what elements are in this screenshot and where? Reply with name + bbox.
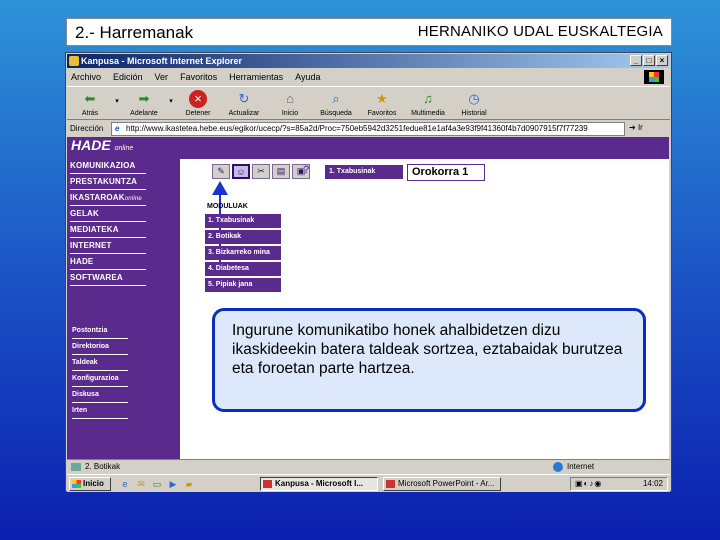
home-icon: ⌂ — [286, 91, 294, 106]
back-dropdown[interactable]: ▾ — [113, 87, 121, 119]
address-input[interactable]: http://www.ikastetea.hebe.eus/egikor/uce… — [111, 122, 625, 136]
maximize-button[interactable]: □ — [643, 55, 655, 66]
menu-archivo[interactable]: Archivo — [71, 69, 101, 85]
history-button[interactable]: ◷ Historial — [451, 87, 497, 121]
go-button[interactable]: ➜ Ir — [629, 123, 643, 132]
module-icon-row: ✎ ☺ ✂ ▤ ▣ — [212, 164, 310, 179]
minimize-button[interactable]: _ — [630, 55, 642, 66]
windows-logo-icon — [644, 70, 664, 84]
home-button[interactable]: ⌂ Inicio — [267, 87, 313, 121]
taskbar-item-powerpoint[interactable]: Microsoft PowerPoint - Ar... — [383, 477, 501, 491]
forward-button[interactable]: ➡ Adelante — [121, 87, 167, 121]
forward-arrow-icon: ➡ — [138, 91, 150, 106]
module-item-4[interactable]: 4. Diabetesa — [205, 262, 281, 276]
nav-konfigurazioa[interactable]: Konfigurazioa — [72, 375, 128, 387]
refresh-button[interactable]: ↻ Actualizar — [221, 87, 267, 121]
nav-prestakuntza[interactable]: PRESTAKUNTZA — [70, 177, 147, 190]
folder-quicklaunch-icon[interactable]: ▰ — [183, 478, 195, 490]
quick-launch: e ✉ ▭ ▶ ▰ — [119, 478, 195, 490]
module-item-1[interactable]: 1. Txabusinak — [205, 214, 281, 228]
chart-icon[interactable]: ▤ — [272, 164, 290, 179]
slide-header: 2.- Harremanak HERNANIKO UDAL EUSKALTEGI… — [66, 18, 672, 46]
breadcrumb: 1. Txabusinak — [325, 165, 403, 179]
nav-mediateka[interactable]: MEDIATEKA — [70, 225, 146, 238]
nav-taldeak[interactable]: Taldeak — [72, 359, 128, 371]
status-bar: 2. Botikak Internet — [67, 459, 670, 473]
close-button[interactable]: × — [656, 55, 668, 66]
media-quicklaunch-icon[interactable]: ▶ — [167, 478, 179, 490]
menu-herramientas[interactable]: Herramientas — [229, 69, 283, 85]
taskbar: Inicio e ✉ ▭ ▶ ▰ Kanpusa - Microsoft I..… — [67, 474, 670, 492]
window-controls: _ □ × — [630, 55, 668, 66]
back-button[interactable]: ⬅ Atrás — [67, 87, 113, 121]
system-tray: ▣◐♪◉ 14:02 — [570, 477, 668, 491]
nav-hade[interactable]: HADE — [70, 257, 148, 270]
nav-gelak[interactable]: GELAK — [70, 209, 146, 222]
menu-favoritos[interactable]: Favoritos — [180, 69, 217, 85]
favorites-icon: ★ — [376, 91, 388, 106]
page-top-stripe — [180, 137, 669, 159]
nav-direktorioa[interactable]: Direktorioa — [72, 343, 128, 355]
browser-app-icon — [69, 56, 79, 66]
nav-ikastaroak[interactable]: IKASTAROAKonline — [70, 193, 146, 206]
ie-quicklaunch-icon[interactable]: e — [119, 478, 131, 490]
window-title: Kanpusa - Microsoft Internet Explorer — [81, 56, 243, 66]
group-icon[interactable]: ☺ — [232, 164, 250, 179]
address-label: Dirección — [70, 124, 104, 133]
module-item-3[interactable]: 3. Bizkarreko mina — [205, 246, 281, 260]
menu-edicion[interactable]: Edición — [113, 69, 143, 85]
browser-window: Kanpusa - Microsoft Internet Explorer _ … — [65, 52, 672, 492]
menu-bar: Archivo Edición Ver Favoritos Herramient… — [67, 69, 670, 85]
nav-internet[interactable]: INTERNET — [70, 241, 146, 254]
site-sidebar: HADE online KOMUNIKAZIOA PRESTAKUNTZA IK… — [67, 137, 180, 459]
site-logo[interactable]: HADE online — [71, 137, 151, 157]
back-arrow-icon: ⬅ — [84, 91, 96, 106]
page-title: Orokorra 1 — [407, 164, 485, 181]
menu-ver[interactable]: Ver — [155, 69, 169, 85]
search-icon: ⌕ — [332, 91, 340, 106]
slide-title-left: 2.- Harremanak — [75, 23, 194, 42]
multimedia-icon: ♫ — [423, 91, 433, 106]
stop-button[interactable]: × Detener — [175, 87, 221, 121]
module-item-5[interactable]: 5. Pipiak jana — [205, 278, 281, 292]
nav-komunikazioa[interactable]: KOMUNIKAZIOA — [70, 161, 146, 174]
window-titlebar[interactable]: Kanpusa - Microsoft Internet Explorer _ … — [67, 54, 670, 68]
tray-icons[interactable]: ▣◐♪◉ — [575, 478, 602, 490]
stop-icon: × — [189, 90, 207, 108]
slide-title-right: HERNANIKO UDAL EUSKALTEGIA — [417, 23, 663, 40]
browser-toolbar: ⬅ Atrás ▾ ➡ Adelante ▾ × Detener ↻ Actua… — [67, 86, 670, 120]
module-item-2[interactable]: 2. Botikak — [205, 230, 281, 244]
modules-heading: MODULUAK — [207, 203, 248, 210]
status-zone: Internet — [552, 462, 595, 472]
search-button[interactable]: ⌕ Búsqueda — [313, 87, 359, 121]
nav-postontzia[interactable]: Postontzia — [72, 327, 129, 339]
menu-ayuda[interactable]: Ayuda — [295, 69, 320, 85]
desktop-quicklaunch-icon[interactable]: ▭ — [151, 478, 163, 490]
pointer-arrow-icon — [212, 181, 228, 195]
status-text: 2. Botikak — [70, 462, 121, 471]
explanation-callout: Ingurune komunikatibo honek ahalbidetzen… — [212, 308, 646, 412]
taskbar-item-browser[interactable]: Kanpusa - Microsoft I... — [260, 477, 378, 491]
pencil-icon[interactable]: ✎ — [212, 164, 230, 179]
tools-icon[interactable]: ✂ — [252, 164, 270, 179]
start-button[interactable]: Inicio — [69, 477, 111, 491]
multimedia-button[interactable]: ♫ Multimedia — [405, 87, 451, 121]
clock: 14:02 — [642, 479, 663, 488]
nav-irten[interactable]: Irten — [72, 407, 129, 419]
forward-dropdown[interactable]: ▾ — [167, 87, 175, 119]
favorites-button[interactable]: ★ Favoritos — [359, 87, 405, 121]
address-bar: Dirección http://www.ikastetea.hebe.eus/… — [67, 121, 670, 137]
history-icon: ◷ — [468, 91, 480, 106]
nav-diskusa[interactable]: Diskusa — [72, 391, 128, 403]
refresh-icon: ↻ — [238, 91, 250, 106]
help-icon[interactable]: ? — [303, 164, 317, 179]
nav-softwarea[interactable]: SOFTWAREA — [70, 273, 146, 286]
outlook-quicklaunch-icon[interactable]: ✉ — [135, 478, 147, 490]
